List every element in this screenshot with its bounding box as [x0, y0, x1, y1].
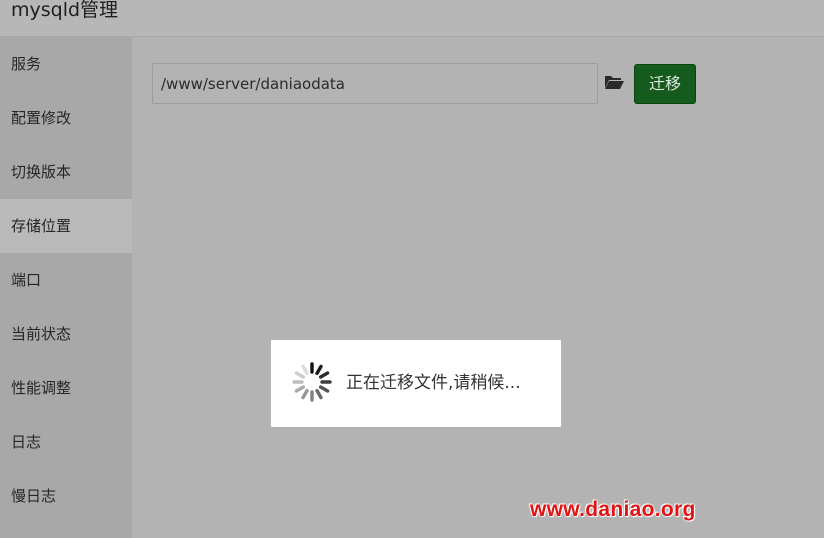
watermark: www.daniao.org — [530, 498, 696, 521]
window-title: mysqld管理 — [11, 0, 119, 21]
sidebar-item-label: 性能调整 — [11, 379, 72, 397]
sidebar-item-port[interactable]: 端口 — [0, 253, 132, 307]
sidebar-item-performance[interactable]: 性能调整 — [0, 361, 132, 415]
sidebar-item-service[interactable]: 服务 — [0, 37, 132, 91]
sidebar-item-config[interactable]: 配置修改 — [0, 91, 132, 145]
spinner-icon — [291, 361, 333, 403]
storage-path-input[interactable] — [152, 63, 598, 104]
sidebar-item-slow-log[interactable]: 慢日志 — [0, 469, 132, 523]
sidebar-item-label: 配置修改 — [11, 109, 72, 127]
sidebar-item-label: 存储位置 — [11, 217, 72, 235]
title-bar: mysqld管理 — [0, 0, 824, 37]
folder-open-icon[interactable] — [603, 71, 625, 93]
sidebar-item-label: 日志 — [11, 433, 42, 451]
sidebar-item-label: 切换版本 — [11, 163, 72, 181]
loading-message: 正在迁移文件,请稍候... — [346, 373, 521, 393]
sidebar-item-storage[interactable]: 存储位置 — [0, 199, 132, 253]
sidebar-item-label: 服务 — [11, 55, 42, 73]
sidebar-item-label: 慢日志 — [11, 487, 57, 505]
sidebar-item-status[interactable]: 当前状态 — [0, 307, 132, 361]
sidebar-item-log[interactable]: 日志 — [0, 415, 132, 469]
storage-panel: 迁移 — [132, 37, 824, 538]
loading-dialog: 正在迁移文件,请稍候... — [271, 340, 561, 427]
sidebar: 服务 配置修改 切换版本 存储位置 端口 当前状态 性能调整 日志 慢日志 — [0, 37, 132, 538]
sidebar-item-label: 当前状态 — [11, 325, 72, 343]
migrate-button[interactable]: 迁移 — [634, 64, 696, 104]
sidebar-item-version[interactable]: 切换版本 — [0, 145, 132, 199]
sidebar-item-label: 端口 — [11, 271, 42, 289]
